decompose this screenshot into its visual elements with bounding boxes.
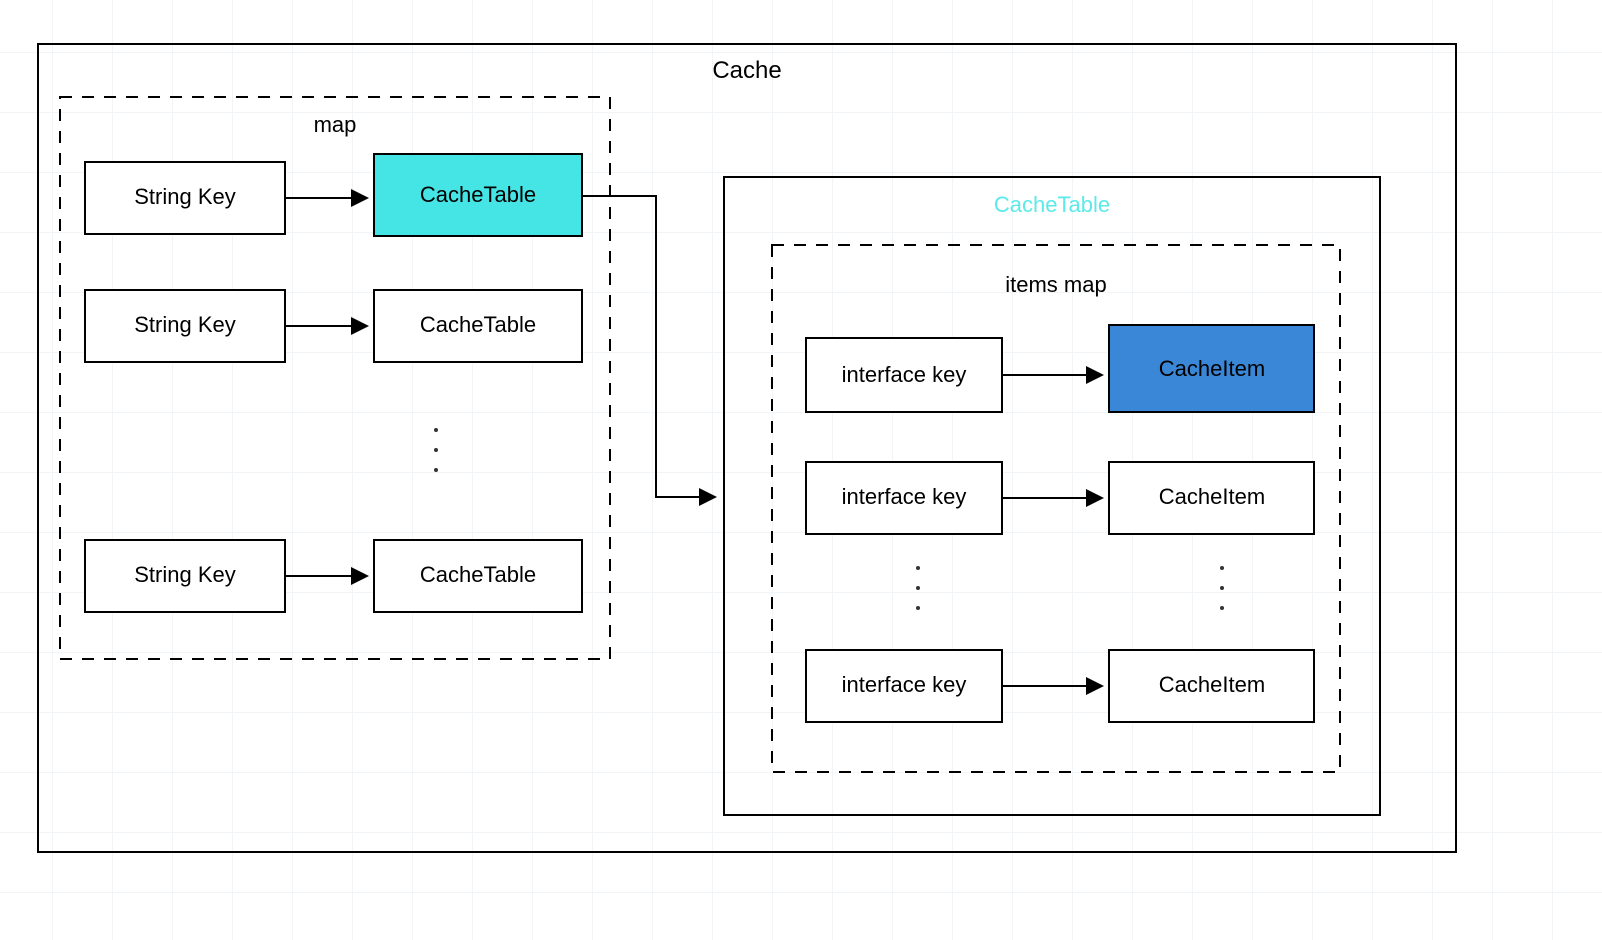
items-ellipsis-left [916, 566, 920, 610]
items-key-label: interface key [842, 484, 967, 509]
diagram-root: Cache map String Key CacheTable String K… [0, 0, 1602, 940]
map-key-label: String Key [134, 312, 236, 337]
map-value-label: CacheTable [420, 182, 536, 207]
map-ellipsis [434, 428, 438, 472]
cachetable-connector [582, 196, 714, 497]
items-value-label: CacheItem [1159, 484, 1265, 509]
map-title: map [314, 112, 357, 137]
map-key-label: String Key [134, 184, 236, 209]
items-value-label: CacheItem [1159, 356, 1265, 381]
items-row-2: interface key CacheItem [806, 650, 1314, 722]
items-row-0: interface key CacheItem [806, 325, 1314, 412]
cache-title: Cache [712, 57, 781, 84]
map-row-0: String Key CacheTable [85, 154, 582, 236]
map-value-label: CacheTable [420, 312, 536, 337]
items-value-label: CacheItem [1159, 672, 1265, 697]
map-row-1: String Key CacheTable [85, 290, 582, 362]
diagram-svg: Cache map String Key CacheTable String K… [0, 0, 1602, 940]
map-value-label: CacheTable [420, 562, 536, 587]
cachetable-detail-title: CacheTable [994, 192, 1110, 217]
items-map-title: items map [1005, 272, 1106, 297]
map-key-label: String Key [134, 562, 236, 587]
items-row-1: interface key CacheItem [806, 462, 1314, 534]
map-row-2: String Key CacheTable [85, 540, 582, 612]
items-ellipsis-right [1220, 566, 1224, 610]
items-key-label: interface key [842, 672, 967, 697]
items-key-label: interface key [842, 362, 967, 387]
